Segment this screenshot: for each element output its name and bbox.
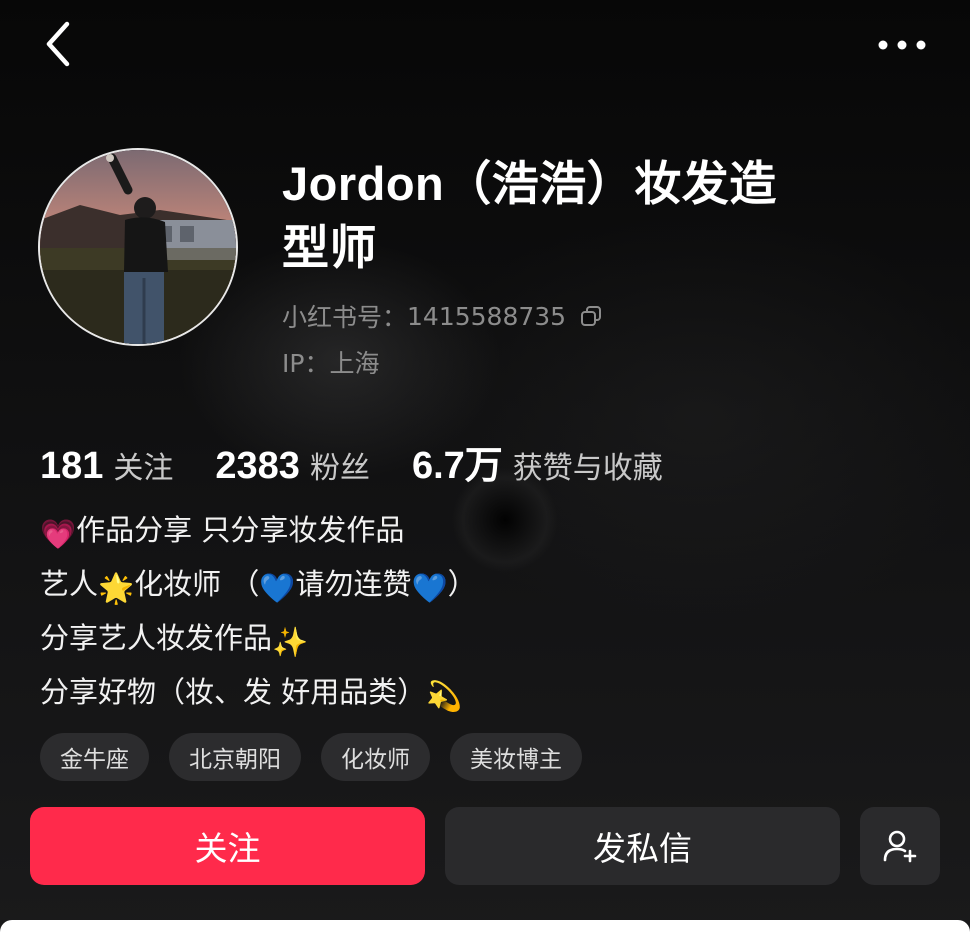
follow-button-label: 关注 [194, 829, 261, 868]
bio-line-1: 💗作品分享 只分享妆发作品 [40, 505, 920, 559]
tag-zodiac[interactable]: 金牛座 [40, 733, 149, 781]
stat-likes[interactable]: 6.7万 获赞与收藏 [412, 434, 663, 489]
stat-following-count: 181 [40, 445, 104, 487]
pink-heart-icon: 💗 [40, 517, 77, 551]
ip-label: IP： [282, 349, 330, 378]
star-icon: 🌟 [98, 571, 135, 605]
bio-line-2-text-b: 化妆师 （ [134, 567, 260, 601]
more-button[interactable] [872, 28, 932, 62]
stat-following-label: 关注 [113, 451, 174, 486]
stat-likes-count: 6.7万 [411, 445, 503, 487]
bio-line-2-text-d: ） [447, 567, 477, 601]
tag-list: 金牛座 北京朝阳 化妆师 美妆博主 [40, 733, 582, 781]
bio-line-1-text: 作品分享 只分享妆发作品 [76, 513, 405, 547]
ip-location-row: IP： 上海 [282, 343, 379, 381]
stat-likes-label: 获赞与收藏 [512, 451, 663, 486]
content-sheet-edge [0, 920, 970, 937]
bio: 💗作品分享 只分享妆发作品 艺人🌟化妆师 （💙请勿连赞💙） 分享艺人妆发作品✨ … [40, 505, 920, 721]
rednote-id-label: 小红书号： [282, 303, 408, 332]
blue-heart-icon: 💙 [411, 571, 448, 605]
rednote-id-value: 1415588735 [407, 301, 567, 331]
bio-line-2: 艺人🌟化妆师 （💙请勿连赞💙） [40, 559, 920, 613]
avatar-photo [40, 150, 236, 344]
avatar[interactable] [38, 148, 238, 346]
follow-button[interactable]: 关注 [30, 807, 425, 885]
ip-location: 上海 [329, 349, 380, 378]
tag-occupation[interactable]: 化妆师 [321, 733, 430, 781]
chevron-left-icon [46, 21, 70, 67]
stat-followers-label: 粉丝 [309, 451, 370, 486]
tag-location[interactable]: 北京朝阳 [169, 733, 301, 781]
bio-line-3-text: 分享艺人妆发作品 [40, 621, 273, 655]
rednote-id-row: 小红书号： 1415588735 [282, 296, 602, 336]
stat-followers[interactable]: 2383 粉丝 [215, 443, 370, 488]
message-button-label: 发私信 [593, 829, 692, 868]
bio-line-2-text-a: 艺人 [40, 567, 99, 601]
tag-category[interactable]: 美妆博主 [450, 733, 582, 781]
profile-name: Jordon（浩浩）妆发造型师 [282, 157, 777, 274]
bio-line-2-text-c: 请勿连赞 [295, 567, 412, 601]
bio-line-4-text: 分享好物（妆、发 好用品类） [40, 675, 427, 709]
blue-heart-icon: 💙 [259, 571, 296, 605]
bio-line-4: 分享好物（妆、发 好用品类）💫 [40, 667, 920, 721]
dizzy-icon: 💫 [426, 679, 463, 713]
more-horizontal-icon [878, 40, 926, 50]
stats-row: 181 关注 2383 粉丝 6.7万 获赞与收藏 [40, 434, 705, 487]
back-button[interactable] [36, 18, 80, 70]
sparkles-icon: ✨ [272, 625, 309, 659]
bio-line-3: 分享艺人妆发作品✨ [40, 613, 920, 667]
message-button[interactable]: 发私信 [445, 807, 840, 885]
copy-icon[interactable] [580, 305, 602, 327]
add-user-icon [883, 830, 917, 863]
stat-followers-count: 2383 [215, 445, 300, 487]
add-friend-button[interactable] [860, 807, 940, 885]
stat-following[interactable]: 181 关注 [40, 443, 173, 488]
